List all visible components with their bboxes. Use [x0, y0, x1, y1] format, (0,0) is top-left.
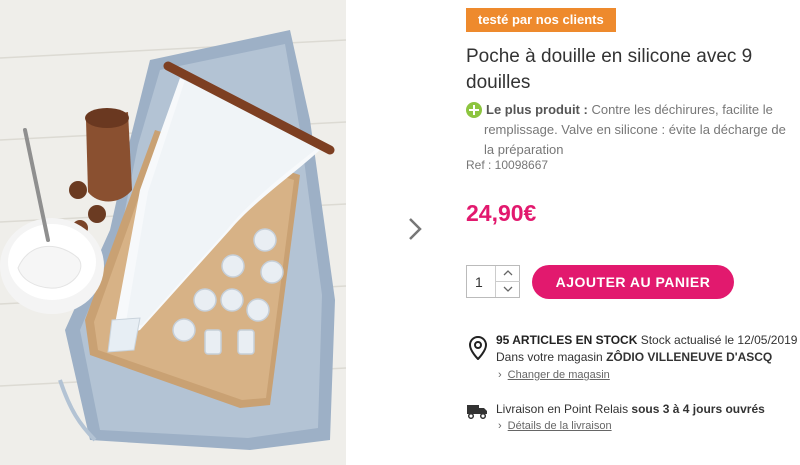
store-name: ZÔDIO VILLENEUVE D'ASCQ: [606, 350, 773, 364]
stock-updated: Stock actualisé le 12/05/2019: [640, 333, 798, 347]
delivery-delay: sous 3 à 4 jours ouvrés: [631, 402, 765, 416]
store-prefix: Dans votre magasin: [496, 350, 603, 364]
product-highlight: Le plus produit : Contre les déchirures,…: [484, 100, 794, 160]
product-image[interactable]: [0, 0, 346, 465]
product-image-illustration: [0, 0, 346, 465]
quantity-decrease-chevron-down-icon[interactable]: [495, 282, 520, 297]
stock-status: 95 ARTICLES EN STOCK Stock actualisé le …: [496, 333, 797, 347]
delivery-details-link[interactable]: › Détails de la livraison: [498, 420, 612, 432]
next-image-chevron-right-icon[interactable]: [404, 216, 426, 242]
chevron-right-icon: ›: [498, 420, 502, 432]
quantity-increase-chevron-up-icon[interactable]: [495, 266, 520, 282]
chevron-right-icon: ›: [498, 369, 502, 381]
product-title: Poche à douille en silicone avec 9 douil…: [466, 46, 753, 93]
product-ref: Ref : 10098667: [466, 158, 549, 172]
product-highlight-label: Le plus produit :: [486, 102, 588, 117]
tested-badge: testé par nos clients: [466, 8, 616, 32]
delivery-details-label: Détails de la livraison: [507, 420, 612, 432]
quantity-stepper[interactable]: 1: [466, 265, 520, 298]
delivery-info: Livraison en Point Relais sous 3 à 4 jou…: [496, 402, 765, 416]
delivery-prefix: Livraison en Point Relais: [496, 402, 629, 416]
change-store-link[interactable]: › Changer de magasin: [498, 369, 610, 381]
product-price: 24,90€: [466, 200, 537, 226]
add-to-cart-button[interactable]: AJOUTER AU PANIER: [532, 265, 734, 299]
change-store-label: Changer de magasin: [507, 369, 610, 381]
map-pin-icon: [468, 335, 488, 361]
quantity-value[interactable]: 1: [475, 274, 483, 290]
plus-circle-icon: [466, 102, 482, 118]
store-line: Dans votre magasin ZÔDIO VILLENEUVE D'AS…: [496, 350, 772, 364]
stock-count: 95 ARTICLES EN STOCK: [496, 333, 638, 347]
truck-icon: [466, 403, 488, 420]
